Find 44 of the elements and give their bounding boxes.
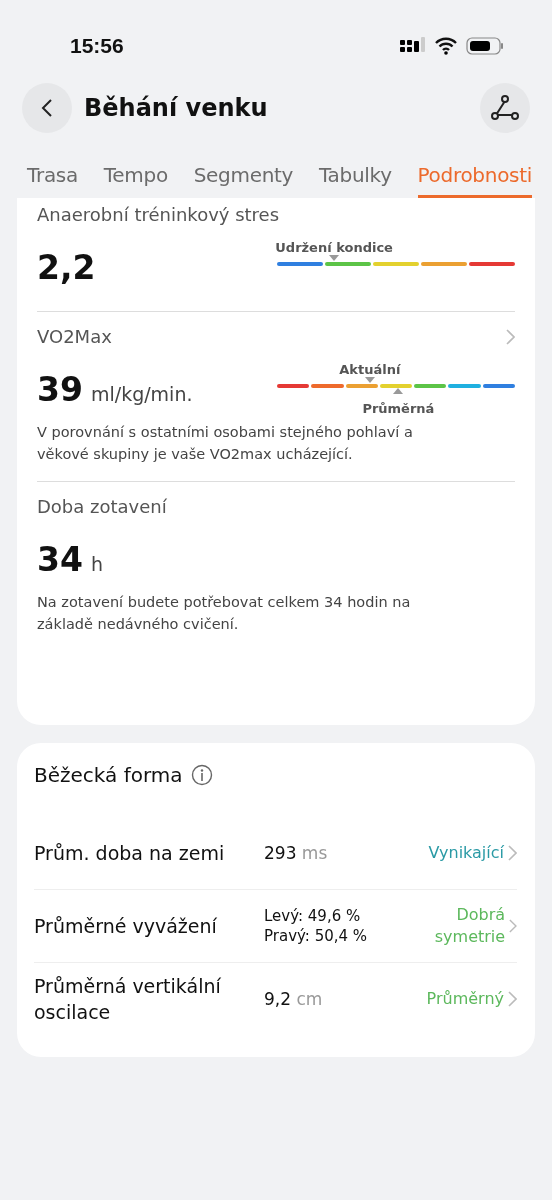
metric-unit: h <box>90 552 103 575</box>
route-button[interactable] <box>480 83 530 133</box>
metric-unit: ml/kg/min. <box>90 382 193 405</box>
form-metric-unit: ms <box>301 843 328 863</box>
scale-marker-label: Aktuální <box>339 362 401 377</box>
metric-title: Doba zotavení <box>37 496 167 517</box>
chevron-icon <box>509 918 517 934</box>
wifi-icon <box>434 37 458 55</box>
info-icon[interactable] <box>190 764 213 786</box>
form-metric-label: Průměrné vyvážení <box>34 914 218 939</box>
scale-marker-label: Udržení kondice <box>275 240 393 255</box>
metric-value: 2,2 <box>37 247 96 287</box>
form-metric-label: Prům. doba na zemi <box>34 841 226 866</box>
rating-link[interactable]: Vynikající <box>397 842 517 864</box>
metric-title: VO2Max <box>37 326 112 347</box>
form-metric-value: 293 <box>264 843 297 863</box>
form-metric-value: Pravý: 50,4 % <box>264 926 369 946</box>
metric-description: Na zotavení budete potřebovat celkem 34 hodin na základě nedávného cvičení. <box>37 593 412 634</box>
chevron-icon <box>508 991 517 1007</box>
chevron-icon <box>506 328 515 345</box>
form-metric-unit: cm <box>296 989 323 1009</box>
page-title: Běhání venku <box>84 94 269 122</box>
chevron-icon <box>508 845 517 861</box>
back-icon <box>41 98 53 118</box>
tab[interactable]: Trasa <box>27 157 78 198</box>
section-title: Běžecká forma <box>34 763 183 787</box>
status-time: 15:56 <box>70 34 124 58</box>
tab[interactable]: Tempo <box>103 157 168 198</box>
signal-icon <box>400 37 426 55</box>
form-metric-value: 9,2 <box>264 989 292 1009</box>
connected-nodes-icon <box>491 95 519 121</box>
scale-marker-label: Průměrná <box>362 401 435 416</box>
battery-icon <box>466 37 504 55</box>
rating-link[interactable]: Průměrný <box>397 988 517 1010</box>
metric-value: 39 <box>37 369 83 409</box>
tab[interactable]: Segmenty <box>193 157 294 198</box>
tab[interactable]: Tabulky <box>319 157 392 198</box>
metric-description: V porovnání s ostatními osobami stejného pohlaví a věkové skupiny je vaše VO2max ucházející. <box>37 423 414 464</box>
rating-link[interactable]: Dobrá symetrie <box>397 904 517 948</box>
form-metric-value: Levý: 49,6 % <box>264 906 362 926</box>
metric-value: 34 <box>37 539 83 579</box>
form-metric-label: Průměrná vertikální oscilace <box>34 974 222 1025</box>
metric-title: Anaerobní tréninkový stres <box>37 204 280 225</box>
marker-triangle-icon <box>393 388 404 394</box>
